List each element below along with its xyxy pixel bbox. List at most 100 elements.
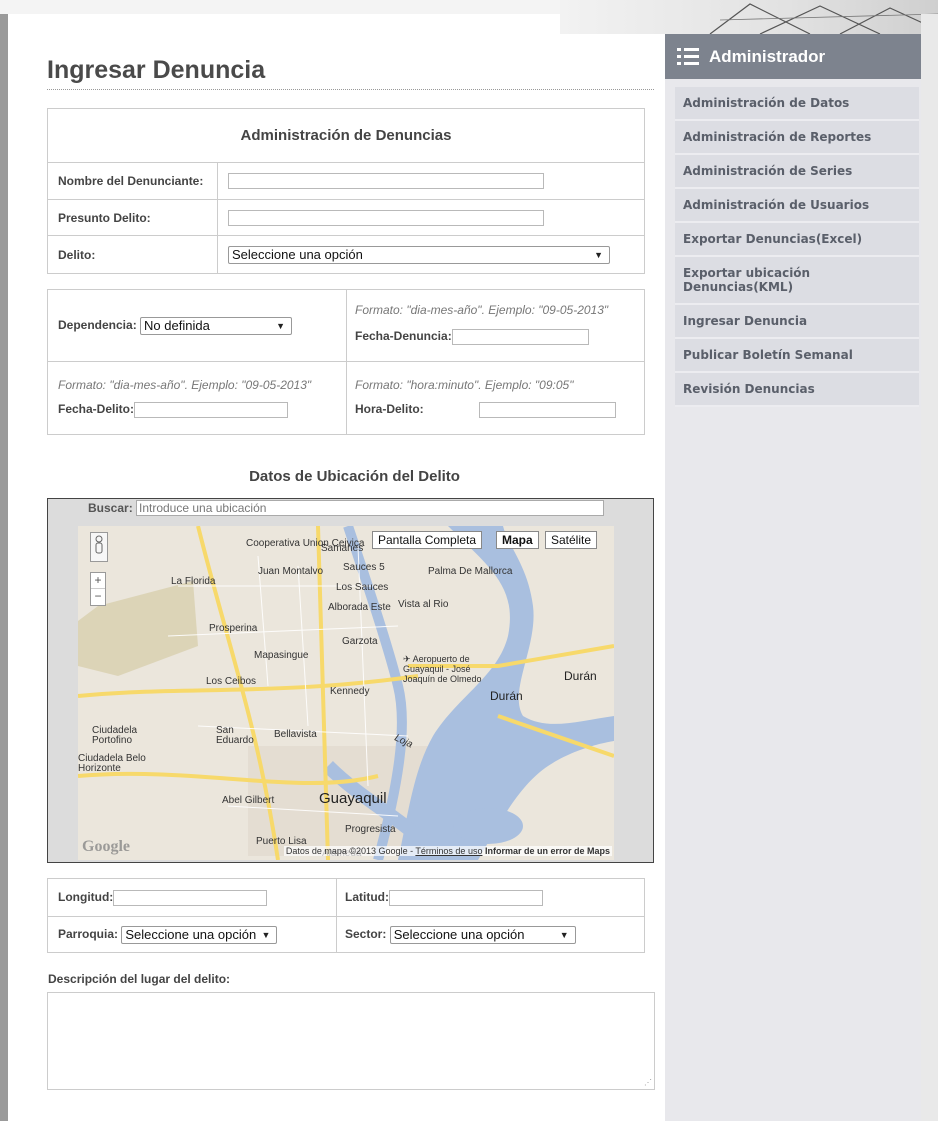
map-label: Kennedy xyxy=(330,686,370,697)
map-search-input[interactable]: Introduce una ubicación xyxy=(136,500,604,516)
airport-icon: ✈ xyxy=(403,654,411,664)
map-terms-link[interactable]: Términos de uso xyxy=(415,846,482,856)
map-label: Durán xyxy=(564,669,597,683)
delito-select[interactable]: Seleccione una opción ▼ xyxy=(228,245,610,264)
map-label: Prosperina xyxy=(209,623,258,634)
sidebar-item-ingresar-denuncia[interactable]: Ingresar Denuncia xyxy=(675,305,919,339)
map-fullscreen-button[interactable]: Pantalla Completa xyxy=(372,531,483,549)
map-canvas[interactable]: + − Pantalla Completa Mapa Satélite Coop… xyxy=(78,526,614,860)
sidebar-item-revision-denuncias[interactable]: Revisión Denuncias xyxy=(675,373,919,407)
map-label: Alborada Este xyxy=(328,602,391,613)
description-textarea[interactable]: ⋰ xyxy=(47,992,655,1090)
map-label: Durán xyxy=(490,689,523,703)
map-label: Los Sauces xyxy=(336,582,389,593)
dependencia-label: Dependencia: xyxy=(58,317,137,332)
pegman-icon[interactable] xyxy=(90,532,108,562)
caret-down-icon: ▼ xyxy=(261,929,271,940)
nombre-denunciante-input[interactable] xyxy=(228,173,544,189)
presunto-delito-label: Presunto Delito: xyxy=(47,199,218,236)
sidebar-item-exportar-kml[interactable]: Exportar ubicación Denuncias(KML) xyxy=(675,257,919,305)
resize-grip-icon[interactable]: ⋰ xyxy=(644,1078,652,1087)
map-label: Palma De Mallorca xyxy=(428,566,513,577)
longitud-label: Longitud: xyxy=(58,889,114,904)
sidebar-item-administracion-series[interactable]: Administración de Series xyxy=(675,155,919,189)
description-label: Descripción del lugar del delito: xyxy=(48,972,231,986)
map-label: Garzota xyxy=(342,636,378,647)
google-logo: Google xyxy=(82,838,130,855)
map-report-error-link[interactable]: Informar de un error de Maps xyxy=(485,846,610,856)
map-label: Samanes xyxy=(321,543,364,554)
hora-delito-label: Hora-Delito: xyxy=(355,402,424,417)
map-label: Ciudadela Portofino xyxy=(92,725,138,746)
title-divider xyxy=(47,89,654,90)
map-label: Abel Gilbert xyxy=(222,795,275,806)
map-label: Juan Montalvo xyxy=(258,566,324,577)
airport-label: Aeropuerto de Guayaquil - José Joaquín d… xyxy=(403,654,482,684)
sidebar-header: Administrador xyxy=(665,34,921,79)
map-type-map-button[interactable]: Mapa xyxy=(496,531,539,549)
map-label: Ciudadela Belo Horizonte xyxy=(78,753,146,774)
caret-down-icon: ▼ xyxy=(559,929,569,940)
map-zoom-control[interactable]: + − xyxy=(90,572,106,606)
dates-table: Dependencia: No definida ▼ Formato: "dia… xyxy=(47,289,645,435)
fecha-denuncia-hint: Formato: "dia-mes-año". Ejemplo: "09-05-… xyxy=(355,302,609,317)
sector-select-value: Seleccione una opción xyxy=(393,927,525,942)
right-strip xyxy=(921,14,938,1121)
presunto-delito-input[interactable] xyxy=(228,209,544,226)
longitud-input[interactable] xyxy=(113,889,268,906)
map-label: San Eduardo xyxy=(216,725,254,746)
parroquia-label: Parroquia: xyxy=(58,926,119,941)
sidebar-item-publicar-boletin[interactable]: Publicar Boletín Semanal xyxy=(675,339,919,373)
sidebar-item-administracion-datos[interactable]: Administración de Datos xyxy=(675,87,919,121)
map-label: Progresista xyxy=(345,824,396,835)
sector-select[interactable]: Seleccione una opción ▼ xyxy=(389,925,576,944)
left-bar xyxy=(0,14,8,1121)
map-label: ✈ Aeropuerto de Guayaquil - José Joaquín… xyxy=(403,654,493,684)
main-content: Ingresar Denuncia Administración de Denu… xyxy=(8,34,664,1121)
map-label: Vista al Rio xyxy=(398,599,449,610)
map-search-label: Buscar: xyxy=(88,501,133,515)
fecha-denuncia-input[interactable] xyxy=(451,328,589,345)
sidebar-menu: Administración de Datos Administración d… xyxy=(675,87,919,407)
map-label: Los Ceibos xyxy=(206,676,257,687)
list-icon xyxy=(677,47,699,66)
fecha-delito-hint: Formato: "dia-mes-año". Ejemplo: "09-05-… xyxy=(58,378,312,392)
map-container: Buscar: Introduce una ubicación + − Pant… xyxy=(47,498,654,863)
parroquia-select-value: Seleccione una opción xyxy=(125,927,257,942)
admin-denuncias-table: Administración de Denuncias Nombre del D… xyxy=(47,108,645,274)
page-title: Ingresar Denuncia xyxy=(47,56,266,84)
sidebar: Administrador Administración de Datos Ad… xyxy=(665,34,921,1121)
caret-down-icon: ▼ xyxy=(276,320,286,331)
fecha-delito-label: Fecha-Delito: xyxy=(58,402,135,417)
sidebar-title: Administrador xyxy=(709,46,826,66)
map-label: Mapasingue xyxy=(254,650,309,661)
map-copyright: Datos de mapa ©2013 Google - Términos de… xyxy=(283,846,612,856)
hora-delito-hint: Formato: "hora:minuto". Ejemplo: "09:05" xyxy=(355,378,574,392)
map-type-satellite-button[interactable]: Satélite xyxy=(545,531,598,549)
map-label: Guayaquil xyxy=(319,790,387,807)
map-label: Bellavista xyxy=(274,729,317,740)
sidebar-item-administracion-usuarios[interactable]: Administración de Usuarios xyxy=(675,189,919,223)
parroquia-select[interactable]: Seleccione una opción ▼ xyxy=(121,925,278,944)
location-section-title: Datos de Ubicación del Delito xyxy=(249,468,460,485)
hora-delito-input[interactable] xyxy=(478,402,616,418)
fecha-denuncia-label: Fecha-Denuncia: xyxy=(355,328,452,343)
nombre-denunciante-label: Nombre del Denunciante: xyxy=(47,162,218,200)
dependencia-select-value: No definida xyxy=(144,318,210,333)
admin-table-header: Administración de Denuncias xyxy=(47,108,645,163)
dependencia-select[interactable]: No definida ▼ xyxy=(140,316,293,335)
latitud-label: Latitud: xyxy=(345,889,389,904)
delito-label: Delito: xyxy=(47,235,218,274)
sidebar-item-exportar-excel[interactable]: Exportar Denuncias(Excel) xyxy=(675,223,919,257)
coordinates-table: Longitud: Latitud: Parroquia: Seleccione… xyxy=(47,878,645,953)
sidebar-item-administracion-reportes[interactable]: Administración de Reportes xyxy=(675,121,919,155)
zoom-in-icon[interactable]: + xyxy=(91,573,105,588)
sector-label: Sector: xyxy=(345,926,387,941)
zoom-out-icon[interactable]: − xyxy=(91,588,105,604)
map-label: Sauces 5 xyxy=(343,562,385,573)
map-label: La Florida xyxy=(171,576,216,587)
map-copyright-text: Datos de mapa ©2013 Google xyxy=(285,846,408,856)
background-decoration xyxy=(560,0,938,34)
fecha-delito-input[interactable] xyxy=(134,402,289,418)
latitud-input[interactable] xyxy=(389,889,543,906)
